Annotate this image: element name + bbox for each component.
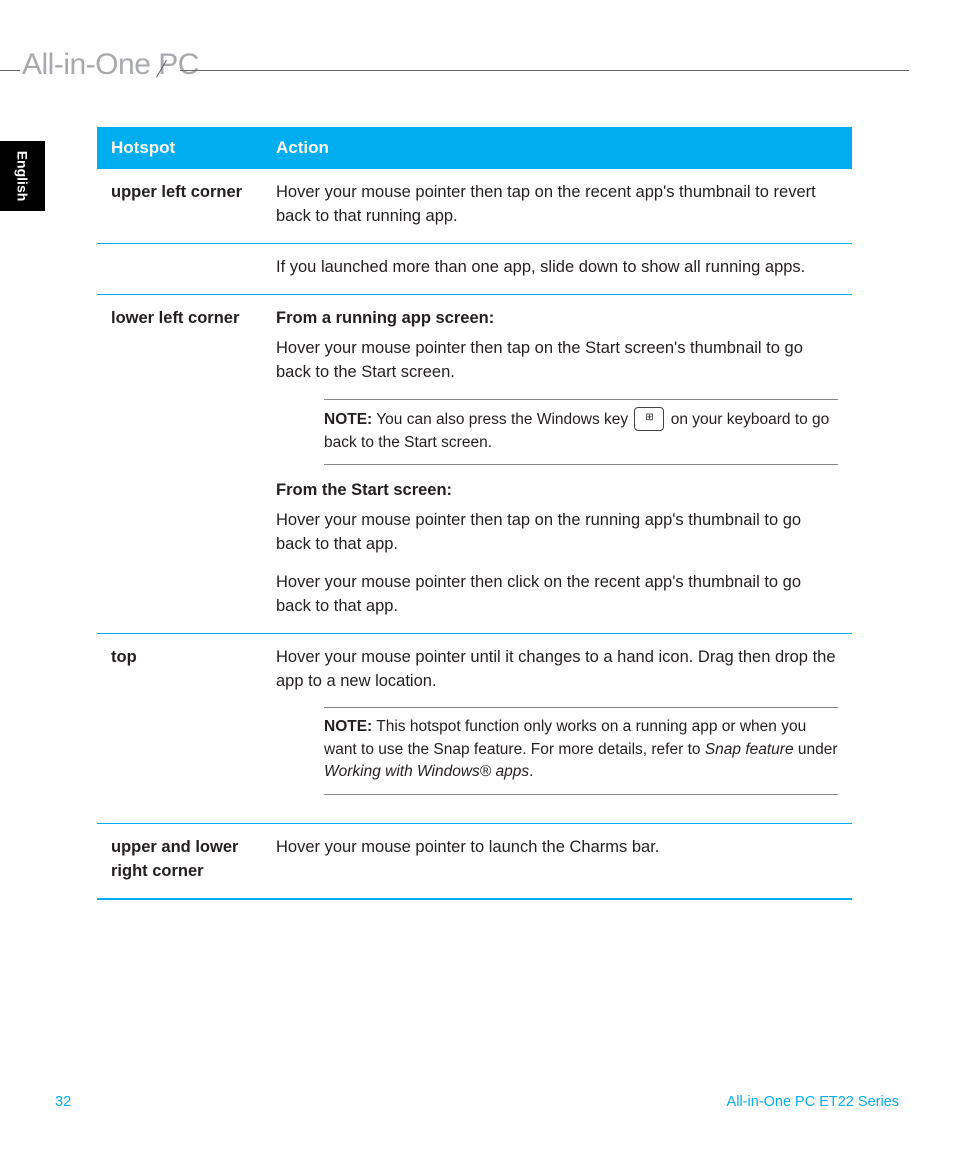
cell-action: Hover your mouse pointer to launch the C… [276, 836, 838, 860]
windows-key-icon: ⊞ [634, 407, 664, 431]
language-label: English [15, 151, 31, 202]
cell-action: If you launched more than one app, slide… [276, 256, 838, 280]
cell-hotspot: upper left corner [111, 181, 276, 205]
page-number: 32 [55, 1094, 71, 1110]
table-row: lower left corner From a running app scr… [97, 295, 852, 634]
note-label: NOTE: [324, 411, 372, 428]
language-tab: English [0, 141, 45, 211]
table-row: top Hover your mouse pointer until it ch… [97, 634, 852, 824]
page-title: All-in-One PC [22, 48, 199, 82]
hotspot-table: Hotspot Action upper left corner Hover y… [97, 127, 852, 900]
note-label: NOTE: [324, 718, 372, 735]
cell-hotspot: top [111, 646, 276, 670]
sub-heading: From a running app screen: [276, 307, 838, 331]
table-header-row: Hotspot Action [97, 127, 852, 169]
paragraph: Hover your mouse pointer then click on t… [276, 571, 838, 619]
paragraph: Hover your mouse pointer until it change… [276, 646, 838, 694]
series-label: All-in-One PC ET22 Series [727, 1094, 899, 1110]
note-block: NOTE: This hotspot function only works o… [324, 707, 838, 794]
header-rule-right [180, 70, 909, 71]
note-text: . [529, 763, 533, 780]
paragraph: Hover your mouse pointer then tap on the… [276, 509, 838, 557]
table-row: If you launched more than one app, slide… [97, 244, 852, 295]
table-row: upper and lower right corner Hover your … [97, 824, 852, 900]
header-rule-left [0, 70, 20, 71]
page-footer: 32 All-in-One PC ET22 Series [55, 1094, 899, 1110]
reference-italic: Working with Windows® apps [324, 763, 529, 780]
cell-hotspot: lower left corner [111, 307, 276, 331]
cell-action: Hover your mouse pointer until it change… [276, 646, 838, 809]
cell-action: Hover your mouse pointer then tap on the… [276, 181, 838, 229]
th-hotspot: Hotspot [111, 138, 276, 158]
note-text: You can also press the Windows key [376, 411, 628, 428]
cell-hotspot: upper and lower right corner [111, 836, 276, 884]
note-block: NOTE: You can also press the Windows key… [324, 399, 838, 465]
reference-italic: Snap feature [705, 741, 794, 758]
paragraph: Hover your mouse pointer then tap on the… [276, 337, 838, 385]
th-action: Action [276, 138, 838, 158]
sub-heading: From the Start screen: [276, 479, 838, 503]
page-header: All-in-One PC [0, 56, 954, 86]
cell-action: From a running app screen: Hover your mo… [276, 307, 838, 619]
table-row: upper left corner Hover your mouse point… [97, 169, 852, 244]
note-text: under [794, 741, 838, 758]
